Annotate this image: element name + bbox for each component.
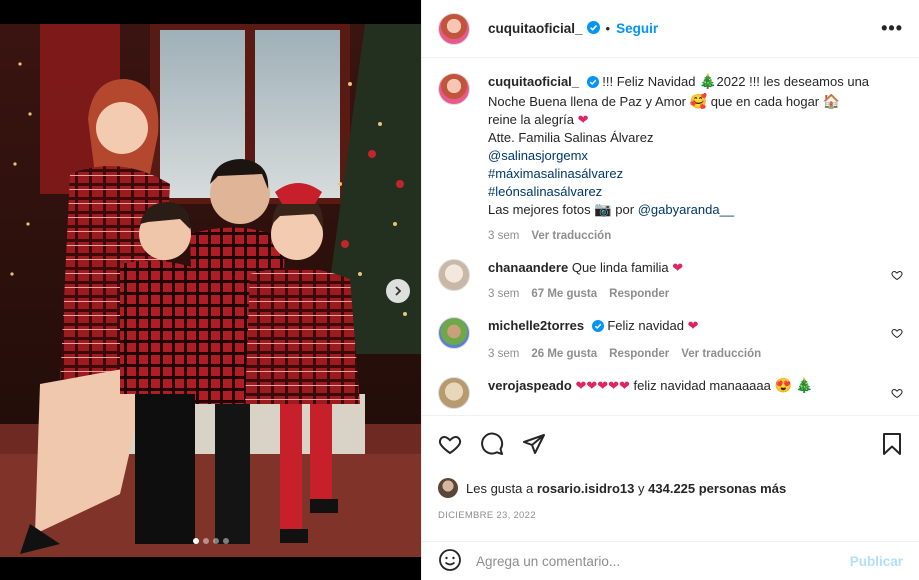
- red-heart-icon: ❤: [672, 260, 684, 275]
- emoji-smiley-icon[interactable]: [438, 548, 462, 575]
- carousel-dot: [192, 538, 199, 544]
- post-header: cuquitaoficial_ • Seguir •••: [422, 0, 919, 58]
- comment-input[interactable]: Agrega un comentario...: [476, 554, 850, 569]
- comment-row: michelle2torres Feliz navidad ❤ 3 sem 26…: [438, 317, 903, 363]
- bookmark-icon[interactable]: [881, 432, 903, 459]
- caption-text: 2022 !!! les deseamos una: [716, 74, 870, 89]
- verified-badge-icon: [586, 75, 599, 93]
- avatar[interactable]: [438, 12, 470, 45]
- carousel-dot: [222, 538, 229, 544]
- avatar[interactable]: [438, 317, 470, 349]
- comment-time[interactable]: 3 sem: [488, 227, 519, 245]
- like-comment-icon[interactable]: [891, 269, 903, 284]
- mention-link[interactable]: @salinasjorgemx: [488, 147, 903, 165]
- caption: cuquitaoficial_ !!! Feliz Navidad 🎄2022 …: [438, 73, 903, 245]
- separator-dot: •: [605, 21, 611, 36]
- like-heart-icon[interactable]: [438, 432, 462, 459]
- carousel-dot: [212, 538, 219, 544]
- likes-summary: Les gusta a rosario.isidro13 y 434.225 p…: [438, 478, 903, 498]
- post-date[interactable]: DICIEMBRE 23, 2022: [438, 510, 903, 521]
- comment-username[interactable]: verojaspeado: [488, 378, 572, 393]
- post-media: [0, 0, 421, 580]
- caption-text: reine la alegría: [488, 112, 574, 127]
- avatar[interactable]: [438, 377, 470, 409]
- caption-text: que en cada hogar: [710, 94, 820, 109]
- like-comment-icon[interactable]: [891, 387, 903, 402]
- avatar[interactable]: [438, 478, 458, 498]
- hashtag-link[interactable]: #máximasalinasálvarez: [488, 165, 903, 183]
- avatar[interactable]: [438, 259, 470, 291]
- red-heart-icon: ❤: [687, 318, 699, 333]
- reply-button[interactable]: Responder: [609, 285, 669, 303]
- comment-row: chanaandere Que linda familia ❤ 3 sem 67…: [438, 259, 903, 303]
- post-actions: Les gusta a rosario.isidro13 y 434.225 p…: [422, 415, 919, 521]
- mention-link[interactable]: @gabyaranda__: [638, 202, 734, 217]
- post-photo[interactable]: [0, 24, 421, 557]
- likes-user-link[interactable]: rosario.isidro13: [537, 481, 635, 496]
- caption-text: Noche Buena llena de Paz y Amor: [488, 94, 687, 109]
- comments-list[interactable]: cuquitaoficial_ !!! Feliz Navidad 🎄2022 …: [422, 59, 919, 415]
- likes-and: y: [638, 480, 645, 496]
- smiling-face-icon: 🥰: [689, 93, 708, 109]
- red-heart-icon: ❤❤❤❤❤: [575, 378, 630, 393]
- comment-time[interactable]: 3 sem: [488, 285, 519, 303]
- translate-link[interactable]: Ver traducción: [531, 227, 611, 245]
- comment-row: verojaspeado ❤❤❤❤❤ feliz navidad manaaaa…: [438, 377, 903, 409]
- follow-button[interactable]: Seguir: [616, 21, 658, 36]
- like-comment-icon[interactable]: [891, 327, 903, 342]
- avatar[interactable]: [438, 73, 470, 105]
- post-sidebar: cuquitaoficial_ • Seguir ••• cuquitaofic…: [421, 0, 919, 580]
- header-username[interactable]: cuquitaoficial_: [488, 21, 583, 36]
- reply-button[interactable]: Responder: [609, 345, 669, 363]
- comment-likes[interactable]: 67 Me gusta: [531, 285, 597, 303]
- caption-text: Atte. Familia Salinas Álvarez: [488, 130, 654, 145]
- caption-text: por: [615, 202, 635, 217]
- chevron-right-icon: [393, 284, 403, 299]
- comment-likes[interactable]: 26 Me gusta: [531, 345, 597, 363]
- add-comment-bar: Agrega un comentario... Publicar: [422, 541, 919, 580]
- caption-text: !!! Feliz Navidad: [602, 74, 696, 89]
- comment-text: Feliz navidad: [607, 318, 684, 333]
- more-options-icon[interactable]: •••: [881, 18, 903, 39]
- christmas-tree-icon: 🎄: [699, 73, 717, 89]
- comment-text: feliz navidad manaaaaa: [633, 378, 771, 393]
- comment-bubble-icon[interactable]: [480, 432, 504, 459]
- heart-eyes-icon: 😍: [774, 377, 792, 393]
- house-icon: 🏠: [822, 93, 841, 109]
- caption-username[interactable]: cuquitaoficial_: [488, 74, 579, 89]
- share-paper-plane-icon[interactable]: [522, 432, 546, 459]
- verified-badge-icon: [586, 20, 600, 37]
- likes-count-link[interactable]: 434.225 personas más: [648, 481, 786, 496]
- comment-time[interactable]: 3 sem: [488, 345, 519, 363]
- comment-text: Que linda familia: [571, 260, 669, 275]
- translate-link[interactable]: Ver traducción: [681, 345, 761, 363]
- red-heart-icon: ❤: [577, 112, 589, 127]
- comment-username[interactable]: michelle2torres: [488, 318, 584, 333]
- caption-text: Las mejores fotos: [488, 202, 591, 217]
- carousel-dot: [202, 538, 209, 544]
- next-slide-button[interactable]: [386, 279, 410, 303]
- comment-username[interactable]: chanaandere: [488, 260, 568, 275]
- christmas-tree-icon: 🎄: [795, 377, 813, 393]
- likes-prefix: Les gusta a: [466, 480, 534, 496]
- verified-badge-icon: [591, 319, 604, 337]
- camera-icon: 📷: [594, 201, 612, 217]
- carousel-indicator: [0, 538, 421, 544]
- hashtag-link[interactable]: #leónsalinasálvarez: [488, 183, 903, 201]
- publish-button[interactable]: Publicar: [850, 554, 903, 569]
